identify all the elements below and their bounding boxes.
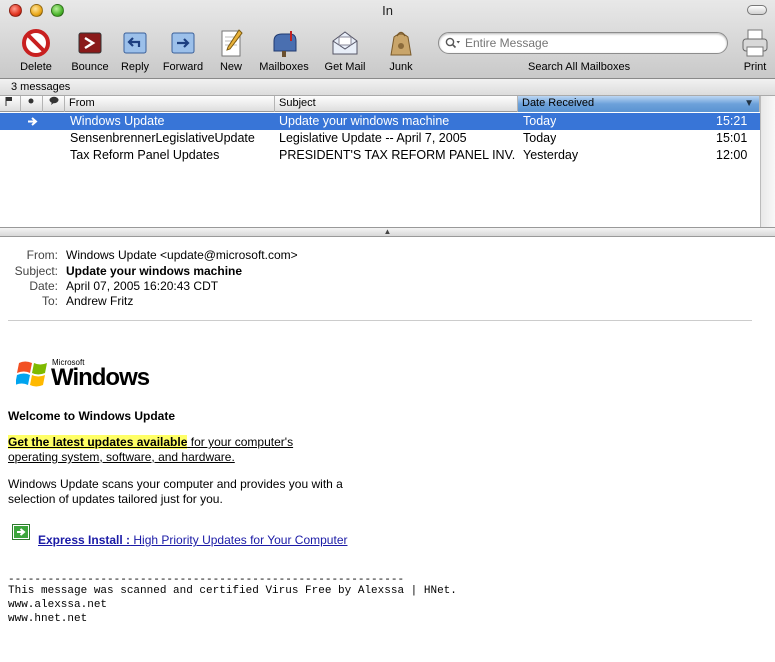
sort-descending-icon: ▼: [744, 98, 754, 109]
junk-button[interactable]: Junk: [385, 27, 417, 77]
updates-line-2[interactable]: operating system, software, and hardware…: [8, 450, 235, 464]
footer-url-1[interactable]: www.alexssa.net: [8, 599, 107, 611]
to-header-label: To:: [41, 294, 58, 308]
updates-line-1-rest[interactable]: for your computer's: [187, 435, 293, 449]
subject-column-header[interactable]: Subject: [275, 96, 518, 112]
mailboxes-button[interactable]: Mailboxes: [255, 27, 313, 77]
express-install-link[interactable]: Express Install : High Priority Updates …: [38, 533, 347, 547]
unread-dot-icon: [28, 98, 34, 104]
window-title: In: [382, 3, 393, 18]
flag-icon: [5, 97, 12, 106]
delete-button[interactable]: Delete: [16, 27, 56, 77]
new-message-button[interactable]: New: [214, 27, 248, 77]
message-from: SensenbrennerLegislativeUpdate: [70, 131, 255, 145]
updates-line-1[interactable]: Get the latest updates available for you…: [8, 435, 293, 449]
footer-virus-scan: This message was scanned and certified V…: [8, 585, 457, 597]
windows-logo: Microsoft Windows: [16, 356, 156, 392]
message-row[interactable]: Windows Update Update your windows machi…: [0, 113, 760, 130]
junk-label: Junk: [389, 61, 413, 73]
reply-button[interactable]: Reply: [117, 27, 153, 77]
bounce-button[interactable]: Bounce: [68, 27, 112, 77]
welcome-heading: Welcome to Windows Update: [8, 409, 176, 423]
description-line-1: Windows Update scans your computer and p…: [8, 477, 343, 491]
splitter-handle-icon: ▲: [383, 227, 392, 236]
list-scrollbar[interactable]: [760, 96, 775, 227]
message-list-header: From Subject Date Received ▼: [0, 96, 760, 112]
search-area: Search All Mailboxes: [438, 32, 728, 73]
status-column-header[interactable]: [21, 96, 43, 112]
green-arrow-icon[interactable]: [12, 524, 30, 543]
date-column-header[interactable]: Date Received ▼: [518, 96, 760, 112]
message-row[interactable]: SensenbrennerLegislativeUpdate Legislati…: [0, 130, 760, 147]
compose-icon: [221, 29, 243, 57]
new-label: New: [219, 61, 242, 73]
forward-icon: [171, 32, 195, 54]
windows-flag-icon: [16, 361, 47, 387]
flag-column-header[interactable]: [0, 96, 21, 112]
updates-highlight-link[interactable]: Get the latest updates available: [8, 435, 188, 449]
forward-label: Forward: [162, 61, 204, 73]
message-list: Windows Update Update your windows machi…: [0, 113, 760, 227]
delete-label: Delete: [20, 61, 52, 73]
message-subject: Legislative Update -- April 7, 2005: [279, 131, 467, 145]
get-mail-label: Get Mail: [324, 61, 366, 73]
reply-icon: [123, 32, 147, 54]
mailbox-icon: [273, 31, 297, 57]
from-header-label: From:: [26, 248, 58, 262]
window-toolbar: In Delete Bounce Reply Forward New Mailb…: [0, 0, 775, 79]
search-scope-label: Search All Mailboxes: [528, 61, 631, 73]
logo-big-text: Windows: [51, 364, 150, 391]
print-label: Print: [743, 61, 767, 73]
subject-header-label: Subject:: [14, 264, 58, 278]
bounce-icon: [78, 32, 102, 54]
to-header-value[interactable]: Andrew Fritz: [66, 294, 133, 308]
date-column-label: Date Received: [522, 97, 595, 109]
message-date: Yesterday: [523, 148, 579, 162]
bounce-label: Bounce: [71, 61, 109, 73]
message-subject: PRESIDENT'S TAX REFORM PANEL INV...: [279, 148, 515, 162]
get-mail-icon: [332, 31, 358, 55]
forward-button[interactable]: Forward: [160, 27, 206, 77]
date-header-label: Date:: [29, 279, 58, 293]
date-header-value: April 07, 2005 16:20:43 CDT: [66, 279, 219, 293]
get-mail-button[interactable]: Get Mail: [320, 27, 370, 77]
replied-column-header[interactable]: [43, 96, 65, 112]
search-input[interactable]: [465, 36, 705, 50]
message-from: Tax Reform Panel Updates: [70, 148, 220, 162]
message-date: Today: [523, 114, 557, 128]
message-time: 12:00: [716, 148, 748, 162]
message-date: Today: [523, 131, 557, 145]
express-install-rest[interactable]: High Priority Updates for Your Computer: [130, 533, 347, 547]
footer-url-2[interactable]: www.hnet.net: [8, 613, 87, 625]
toolbar-toggle-button[interactable]: [747, 5, 767, 15]
delete-icon: [22, 29, 50, 57]
print-button[interactable]: Print: [738, 27, 772, 77]
message-from: Windows Update: [70, 114, 165, 128]
message-time: 15:01: [716, 131, 748, 145]
search-field[interactable]: [438, 32, 728, 54]
message-time: 15:21: [716, 114, 748, 128]
reply-label: Reply: [120, 61, 150, 73]
printer-icon: [742, 29, 768, 57]
message-count: 3 messages: [0, 79, 775, 96]
speech-bubble-icon: [49, 96, 59, 105]
subject-header-value: Update your windows machine: [66, 264, 243, 278]
search-icon: [445, 37, 460, 49]
mailboxes-label: Mailboxes: [259, 61, 309, 73]
message-row[interactable]: Tax Reform Panel Updates PRESIDENT'S TAX…: [0, 147, 760, 164]
from-column-header[interactable]: From: [65, 96, 275, 112]
express-install-bold[interactable]: Express Install :: [38, 533, 130, 547]
from-header-value[interactable]: Windows Update <update@microsoft.com>: [66, 248, 298, 262]
pane-splitter[interactable]: ▲: [0, 227, 775, 237]
junk-bag-icon: [390, 31, 412, 56]
message-subject: Update your windows machine: [279, 114, 450, 128]
header-divider: [8, 320, 752, 321]
description-line-2: selection of updates tailored just for y…: [8, 492, 223, 506]
